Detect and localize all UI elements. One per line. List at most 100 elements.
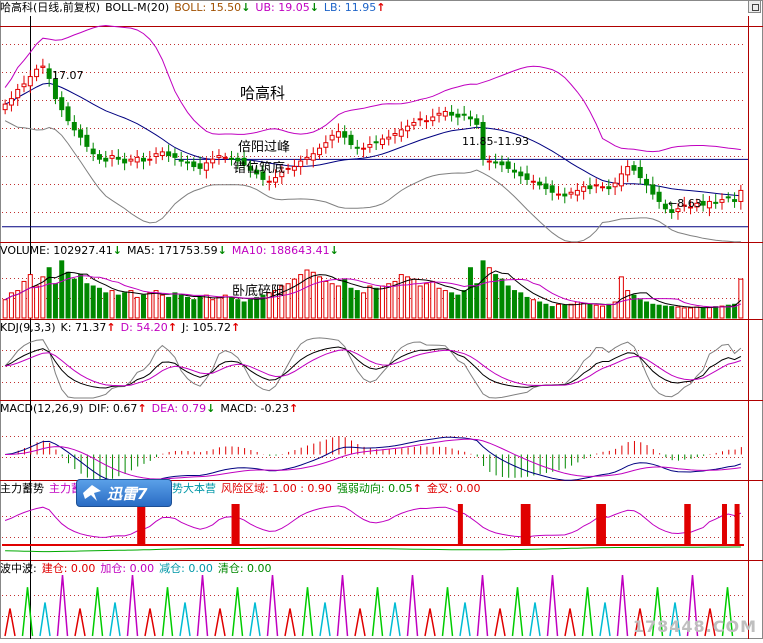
candle-body	[27, 76, 33, 87]
candle-body	[367, 144, 373, 148]
wave-peak	[389, 602, 401, 637]
volume-bar	[423, 283, 429, 319]
candle-body	[172, 153, 178, 158]
wave-peak	[284, 608, 296, 637]
volume-bar	[210, 299, 216, 319]
candle-body	[662, 203, 668, 210]
candle-body	[556, 193, 561, 196]
candle-body	[493, 161, 499, 164]
volume-bar	[172, 292, 178, 319]
volume-bar	[367, 285, 373, 319]
candle-body	[128, 158, 134, 162]
boll-lower-line	[4, 120, 741, 243]
candle-body	[210, 158, 216, 164]
candle-body	[46, 68, 52, 79]
candle-body	[361, 147, 367, 150]
wave-peak	[564, 608, 576, 637]
volume-bar	[593, 304, 599, 319]
volume-bar	[348, 287, 354, 319]
macd-header-item: MACD(12,26,9)	[0, 402, 84, 415]
candle-body	[335, 131, 341, 138]
wave-header-item: 加仓: 0.00	[100, 562, 155, 575]
zhuli-signal-block	[734, 504, 740, 545]
candle-body	[166, 151, 172, 157]
volume-bar	[700, 307, 706, 319]
candle-body	[178, 159, 184, 162]
volume-bar	[694, 306, 700, 319]
volume-bar	[52, 283, 58, 319]
volume-bar	[530, 299, 536, 319]
volume-bar	[27, 274, 33, 319]
bird-icon	[83, 485, 101, 501]
kdj-k-line	[4, 346, 742, 389]
candle-body	[612, 182, 618, 188]
volume-bar	[323, 280, 329, 319]
volume-bar	[606, 303, 612, 319]
volume-bar	[549, 306, 555, 319]
candle-body	[505, 161, 511, 169]
wave-peak	[301, 587, 314, 637]
price-header-item: BOLL: 15.50↓	[174, 1, 251, 14]
zhuli-header-item: 强弱动向: 0.05↑	[336, 482, 422, 495]
candle-body	[134, 156, 140, 163]
volume-bar	[386, 283, 392, 319]
macd-dea-line	[5, 438, 741, 480]
volume-bar	[461, 290, 467, 319]
volume-bar	[134, 296, 140, 319]
candle-body	[442, 110, 448, 117]
candle-body	[115, 156, 121, 160]
wave-peak	[91, 587, 104, 637]
volume-bar	[354, 290, 360, 319]
candle-body	[467, 116, 473, 120]
volume-bar	[392, 280, 398, 319]
wave-peak	[354, 608, 366, 637]
candle-body	[700, 200, 706, 206]
volume-bar	[474, 283, 480, 319]
candle-body	[90, 148, 96, 155]
volume-bar	[96, 287, 102, 319]
volume-bar	[229, 296, 235, 319]
zhuli-signal-block	[721, 504, 727, 545]
candle-body	[386, 136, 392, 140]
zhuli-signal-block	[596, 504, 606, 545]
candle-body	[147, 158, 153, 161]
wave-peak	[56, 574, 69, 637]
volume-bar	[59, 260, 65, 319]
macd-header-item: DEA: 0.79↓	[151, 402, 216, 415]
candle-body	[109, 155, 115, 159]
volume-bar	[537, 301, 543, 319]
volume-bar	[417, 285, 423, 319]
candle-body	[197, 163, 203, 169]
wave-header-item: 建仓: 0.00	[41, 562, 96, 575]
candle-body	[354, 146, 360, 149]
candle-body	[84, 134, 90, 147]
candle-body	[373, 141, 379, 144]
volume-bar	[436, 287, 442, 319]
wave-peak	[581, 587, 594, 637]
wave-peak	[179, 602, 191, 637]
volume-bar	[518, 292, 524, 319]
zhuli-panel-header: 主力蓄势 主力蓄 主力蓄势大本营 风险区域: 1.00 : 0.90 强弱动向: 0.0…	[0, 481, 491, 497]
candle-body	[449, 111, 455, 116]
volume-ma10-line	[4, 275, 742, 308]
volume-header-item: VOLUME: 102927.41↓	[0, 244, 122, 257]
volume-bar	[568, 303, 574, 319]
volume-bar	[71, 278, 77, 319]
macd-panel-header: MACD(12,26,9) DIF: 0.67↑ DEA: 0.79↓ MACD: -…	[0, 401, 308, 417]
volume-bar	[342, 278, 348, 319]
candle-body	[266, 180, 272, 183]
volume-bar	[159, 294, 165, 319]
candle-body	[706, 200, 712, 209]
candle-body	[543, 183, 549, 190]
candle-body	[216, 155, 222, 158]
candle-body	[65, 106, 71, 122]
candle-body	[537, 181, 543, 186]
candle-body	[342, 131, 348, 138]
volume-bar	[21, 280, 27, 319]
kdj-header-item: K: 71.37↑	[60, 321, 116, 334]
candle-body	[71, 121, 77, 131]
window-button[interactable]	[748, 0, 761, 13]
volume-bar	[511, 290, 517, 319]
volume-bar	[442, 290, 448, 319]
volume-bar	[128, 290, 134, 319]
